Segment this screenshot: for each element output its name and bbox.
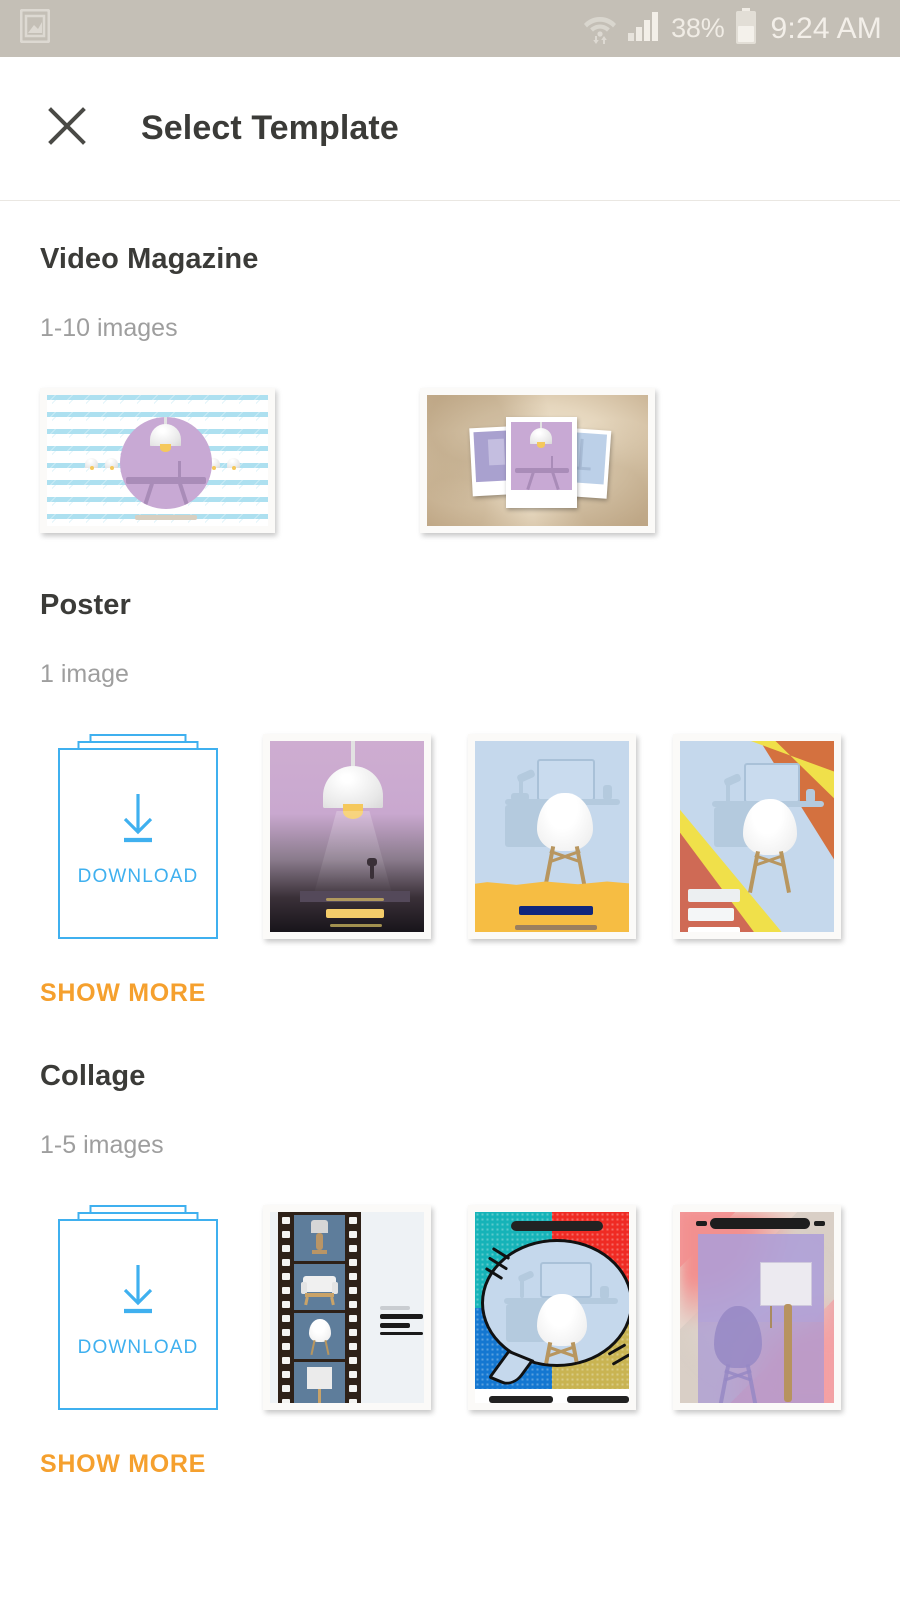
status-bar-right: 38% 9:24 AM [583, 8, 882, 49]
template-filmstrip[interactable] [263, 1205, 431, 1410]
image-gallery-icon [19, 8, 51, 48]
download-templates-card[interactable]: DOWNLOAD [58, 734, 218, 939]
battery-icon [735, 8, 757, 49]
app-bar: Select Template [0, 57, 900, 201]
page-title: Select Template [141, 109, 399, 147]
template-chevron-circle[interactable] [40, 388, 275, 533]
battery-percent-label: 38% [671, 13, 725, 43]
template-lavender-overlay[interactable] [673, 1205, 841, 1410]
status-bar-clock: 9:24 AM [770, 11, 882, 45]
download-label: DOWNLOAD [77, 1336, 199, 1358]
section-title: Video Magazine [40, 243, 259, 275]
status-bar-left [19, 8, 51, 48]
section-subtitle: 1-10 images [40, 314, 178, 342]
thumbnail-row: DOWNLOAD [0, 734, 900, 939]
template-comic-bubble[interactable] [468, 1205, 636, 1410]
thumbnail-row [0, 388, 900, 533]
section-collage: Collage 1-5 images DOWNLOAD SHOW MORE [0, 1008, 900, 1479]
close-button[interactable] [44, 106, 90, 152]
show-more-collage[interactable]: SHOW MORE [0, 1450, 900, 1479]
section-subtitle: 1 image [40, 660, 129, 688]
template-yellow-chair[interactable] [468, 734, 636, 939]
section-subtitle: 1-5 images [40, 1131, 164, 1159]
template-vintage-polaroid[interactable] [420, 388, 655, 533]
section-poster: Poster 1 image DOWNLOAD SHOW MORE [0, 533, 900, 1008]
template-list: Video Magazine 1-10 images Poster 1 imag… [0, 201, 900, 1479]
section-video-magazine: Video Magazine 1-10 images [0, 201, 900, 533]
close-icon [46, 105, 88, 152]
template-diagonal-orange[interactable] [673, 734, 841, 939]
cellular-signal-icon [627, 11, 661, 46]
template-lamp-gradient[interactable] [263, 734, 431, 939]
thumbnail-row: DOWNLOAD [0, 1205, 900, 1410]
download-templates-card[interactable]: DOWNLOAD [58, 1205, 218, 1410]
section-title: Poster [40, 589, 131, 621]
status-bar: 38% 9:24 AM [0, 0, 900, 57]
download-arrow-icon [114, 1261, 162, 1324]
download-label: DOWNLOAD [77, 865, 199, 887]
wifi-icon [583, 8, 617, 49]
section-title: Collage [40, 1060, 146, 1092]
download-arrow-icon [114, 790, 162, 853]
show-more-poster[interactable]: SHOW MORE [0, 979, 900, 1008]
